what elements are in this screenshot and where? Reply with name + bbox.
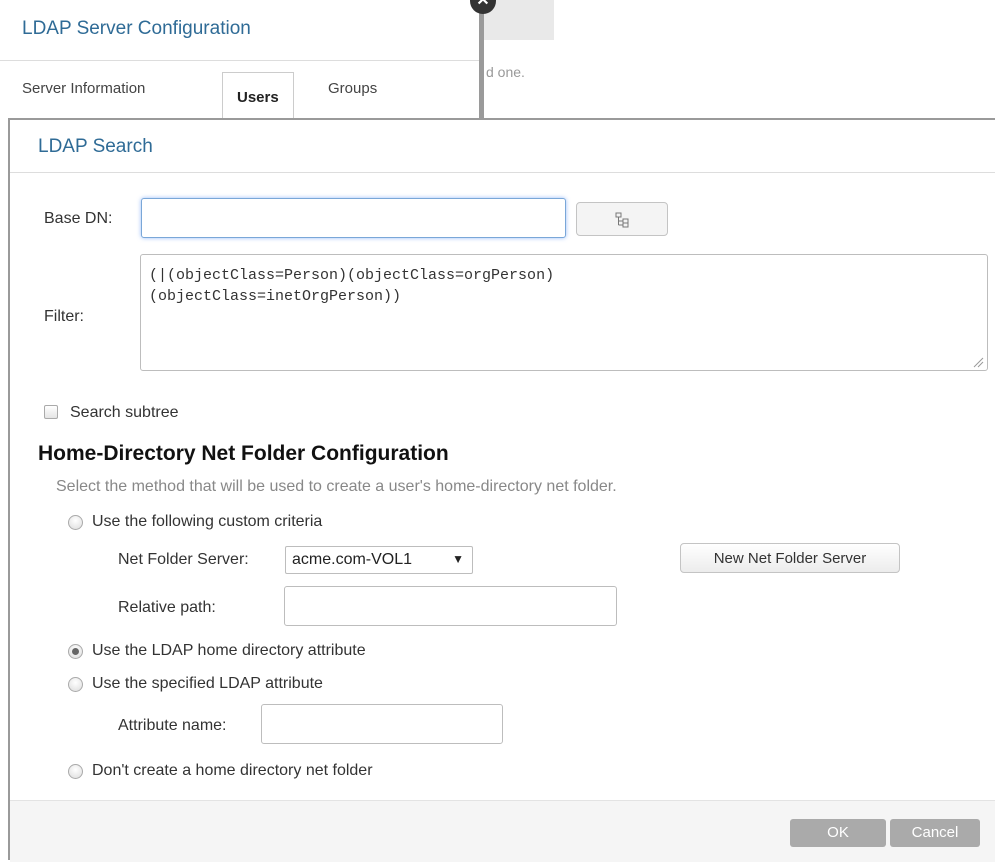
tab-users[interactable]: Users	[222, 72, 294, 122]
tree-icon	[615, 212, 629, 233]
ok-button[interactable]: OK	[790, 819, 886, 847]
resize-grip-icon[interactable]	[972, 356, 984, 368]
chevron-down-icon: ▼	[452, 552, 464, 566]
new-net-folder-server-button[interactable]: New Net Folder Server	[680, 543, 900, 573]
net-folder-server-label: Net Folder Server:	[118, 551, 249, 568]
custom-criteria-radio[interactable]	[68, 515, 83, 530]
home-directory-description: Select the method that will be used to c…	[56, 478, 617, 495]
divider	[10, 172, 995, 173]
filter-label: Filter:	[44, 308, 84, 325]
browse-base-dn-button[interactable]	[576, 202, 668, 236]
background-hint-text: d one.	[486, 64, 525, 80]
base-dn-label: Base DN:	[44, 210, 113, 227]
cancel-button[interactable]: Cancel	[890, 819, 980, 847]
search-subtree-checkbox[interactable]	[44, 405, 58, 419]
net-folder-server-value: acme.com-VOL1	[292, 551, 413, 568]
ldap-home-directory-radio[interactable]	[68, 644, 83, 659]
specified-ldap-attribute-label: Use the specified LDAP attribute	[92, 675, 323, 692]
ldap-search-dialog: LDAP Search Base DN: Filter: (|(objectCl…	[8, 118, 995, 862]
specified-ldap-attribute-radio[interactable]	[68, 677, 83, 692]
no-home-folder-label: Don't create a home directory net folder	[92, 762, 373, 779]
attribute-name-input[interactable]	[261, 704, 503, 744]
dialog-footer: OK Cancel	[10, 801, 995, 862]
dialog-title: LDAP Search	[38, 136, 153, 157]
filter-textarea[interactable]: (|(objectClass=Person)(objectClass=orgPe…	[140, 254, 988, 371]
divider	[0, 60, 480, 61]
ldap-home-directory-label: Use the LDAP home directory attribute	[92, 642, 366, 659]
tab-server-information[interactable]: Server Information	[22, 80, 145, 97]
home-directory-heading: Home-Directory Net Folder Configuration	[38, 442, 449, 465]
attribute-name-label: Attribute name:	[118, 717, 227, 734]
tab-groups[interactable]: Groups	[328, 80, 377, 97]
background-dialog-title: LDAP Server Configuration	[22, 18, 251, 39]
no-home-folder-radio[interactable]	[68, 764, 83, 779]
custom-criteria-label: Use the following custom criteria	[92, 513, 323, 530]
search-subtree-label: Search subtree	[70, 404, 179, 421]
background-dialog: LDAP Server Configuration Server Informa…	[0, 0, 480, 130]
relative-path-input[interactable]	[284, 586, 617, 626]
base-dn-input[interactable]	[141, 198, 566, 238]
net-folder-server-select[interactable]: acme.com-VOL1 ▼	[285, 546, 473, 574]
relative-path-label: Relative path:	[118, 599, 216, 616]
